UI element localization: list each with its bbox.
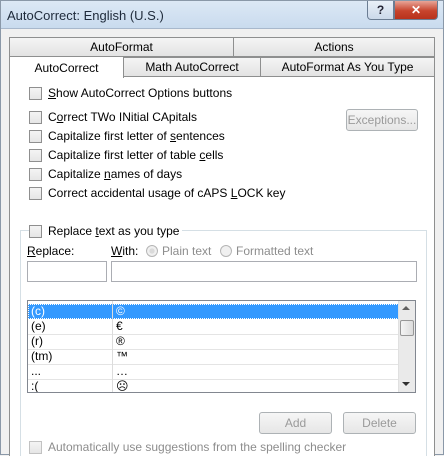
plain-text-radio[interactable]: Plain text [146, 244, 211, 258]
show-options-buttons-checkbox[interactable]: Show AutoCorrect Options buttons [29, 85, 232, 101]
capitalize-days-label: Capitalize names of days [48, 167, 183, 181]
caps-lock-label: Correct accidental usage of cAPS LOCK ke… [48, 186, 286, 200]
close-button[interactable]: ✕ [394, 1, 438, 20]
formatted-text-radio[interactable]: Formatted text [220, 244, 313, 258]
add-button[interactable]: Add [259, 412, 332, 434]
checkbox-box[interactable] [29, 110, 42, 124]
capitalize-sentences-label: Capitalize first letter of sentences [48, 129, 225, 143]
tab-autoformat-as-you-type-label: AutoFormat As You Type [281, 60, 414, 74]
caps-lock-checkbox[interactable]: Correct accidental usage of cAPS LOCK ke… [29, 185, 285, 201]
tab-math-autocorrect[interactable]: Math AutoCorrect [123, 57, 261, 77]
title-bar[interactable]: AutoCorrect: English (U.S.) ? ✕ [1, 1, 443, 29]
with-label: With: [111, 244, 139, 258]
formatted-text-label: Formatted text [236, 244, 314, 258]
spelling-suggestions-label: Automatically use suggestions from the s… [48, 440, 347, 454]
tab-autoformat-as-you-type[interactable]: AutoFormat As You Type [260, 57, 435, 77]
dialog-title: AutoCorrect: English (U.S.) [7, 8, 164, 23]
autocorrect-entries-list[interactable]: (c) © (e) € (r) ® (tm) ™ ... … :( ☹ [27, 300, 416, 393]
checkbox-box[interactable] [29, 224, 42, 238]
list-item[interactable]: :( ☹ [28, 379, 399, 392]
radio-circle[interactable] [220, 245, 232, 257]
list-item[interactable]: (c) © [28, 304, 399, 319]
list-item[interactable]: ... … [28, 364, 399, 379]
tab-autoformat[interactable]: AutoFormat [9, 37, 234, 57]
correct-two-initials-checkbox[interactable]: Correct TWo INitial CApitals [29, 109, 197, 125]
show-options-buttons-label: Show AutoCorrect Options buttons [48, 86, 233, 100]
help-icon: ? [376, 3, 385, 17]
tab-autocorrect-label: AutoCorrect [34, 60, 99, 75]
capitalize-sentences-checkbox[interactable]: Capitalize first letter of sentences [29, 128, 225, 144]
row-divider [28, 364, 399, 365]
plain-text-label: Plain text [162, 244, 212, 258]
capitalize-days-checkbox[interactable]: Capitalize names of days [29, 166, 182, 182]
row-divider [28, 379, 399, 380]
checkbox-box[interactable] [29, 86, 42, 100]
spelling-suggestions-checkbox[interactable]: Automatically use suggestions from the s… [29, 439, 346, 455]
exceptions-button[interactable]: Exceptions... [346, 109, 418, 131]
tab-math-autocorrect-label: Math AutoCorrect [145, 60, 239, 74]
radio-circle[interactable] [146, 245, 158, 257]
replace-as-you-type-label: Replace text as you type [48, 224, 180, 238]
replace-label: Replace: [27, 244, 75, 258]
help-button[interactable]: ? [367, 1, 394, 20]
vertical-scrollbar[interactable] [398, 301, 415, 392]
scrollbar-thumb[interactable] [400, 320, 414, 336]
scroll-down-icon[interactable] [402, 382, 410, 386]
replace-input[interactable] [27, 261, 107, 282]
autocorrect-dialog: AutoCorrect: English (U.S.) ? ✕ AutoForm… [0, 0, 444, 456]
checkbox-box[interactable] [29, 148, 42, 162]
tab-autocorrect[interactable]: AutoCorrect [9, 56, 124, 78]
delete-button-label: Delete [362, 416, 397, 430]
column-divider [112, 301, 113, 392]
tab-actions-label: Actions [314, 40, 354, 54]
tab-autoformat-label: AutoFormat [90, 40, 153, 54]
row-divider [28, 334, 399, 335]
correct-two-initials-label: Correct TWo INitial CApitals [48, 110, 197, 124]
capitalize-table-cells-checkbox[interactable]: Capitalize first letter of table cells [29, 147, 223, 163]
add-button-label: Add [284, 416, 307, 430]
list-item[interactable]: (r) ® [28, 334, 399, 349]
checkbox-box[interactable] [29, 186, 42, 200]
delete-button[interactable]: Delete [343, 412, 416, 434]
exceptions-button-label: Exceptions... [347, 113, 417, 127]
replace-as-you-type-checkbox[interactable]: Replace text as you type [29, 223, 183, 239]
checkbox-box[interactable] [29, 167, 42, 181]
list-item[interactable]: (e) € [28, 319, 399, 334]
capitalize-table-cells-label: Capitalize first letter of table cells [48, 148, 224, 162]
checkbox-box[interactable] [29, 129, 42, 143]
scroll-up-icon[interactable] [402, 306, 410, 310]
tab-actions[interactable]: Actions [233, 37, 435, 57]
row-divider [28, 349, 399, 350]
with-input[interactable] [111, 261, 417, 282]
close-icon: ✕ [410, 3, 422, 17]
checkbox-box[interactable] [29, 440, 42, 454]
list-item[interactable]: (tm) ™ [28, 349, 399, 364]
